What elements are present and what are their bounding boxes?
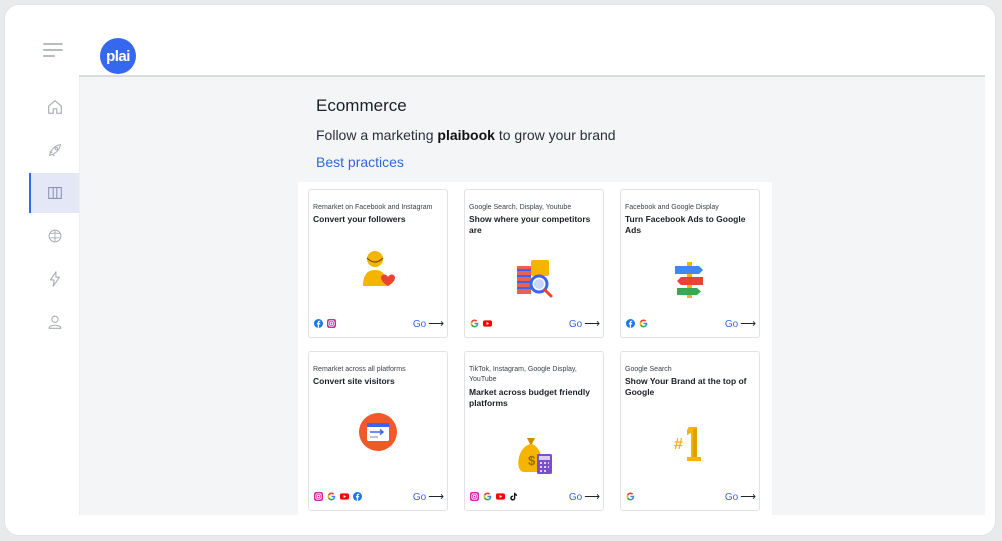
- brain-icon: [48, 229, 62, 243]
- card-go-button[interactable]: Go ⟶: [569, 317, 600, 330]
- sidebar-item-automation[interactable]: [31, 259, 79, 299]
- main-content: Ecommerce Follow a marketing plaibook to…: [80, 77, 985, 522]
- card-platforms: [314, 492, 362, 501]
- instagram-icon: [470, 492, 479, 501]
- go-label: Go: [412, 492, 427, 503]
- app-window: plai Ecommerce Follow a marketing plaibo…: [5, 5, 995, 535]
- card-category: Google Search: [625, 366, 672, 373]
- arrow-right-icon: ⟶: [428, 318, 444, 330]
- card-category: Remarket on Facebook and Instagram: [313, 204, 433, 211]
- card-platforms: [626, 319, 648, 328]
- plaibook-card-convert-visitors[interactable]: Remarket across all platforms Convert si…: [308, 351, 448, 511]
- card-platforms: [626, 492, 635, 501]
- arrow-right-icon: ⟶: [740, 491, 756, 503]
- plaibook-card-convert-followers[interactable]: Remarket on Facebook and Instagram Conve…: [308, 189, 448, 338]
- rocket-icon: [49, 144, 61, 157]
- card-platforms: [470, 492, 518, 501]
- signpost-illustration: [675, 262, 703, 298]
- card-title: Convert site visitors: [313, 376, 395, 386]
- bottom-margin: [31, 515, 985, 535]
- arrow-right-icon: ⟶: [584, 318, 600, 330]
- card-platforms: [314, 319, 336, 328]
- subtitle-brand: plaibook: [437, 127, 495, 143]
- home-icon: [48, 100, 62, 114]
- youtube-icon: [483, 320, 492, 327]
- go-label: Go: [724, 319, 739, 330]
- card-go-button[interactable]: Go ⟶: [725, 490, 756, 503]
- user-icon: [48, 315, 62, 329]
- arrow-right-icon: ⟶: [428, 491, 444, 503]
- card-title: Show where your competitors are: [469, 214, 591, 235]
- card-category: Facebook and Google Display: [625, 204, 719, 211]
- tiktok-icon: [510, 492, 518, 501]
- go-label: Go: [568, 492, 583, 503]
- card-title: Market across budget friendly platforms: [469, 387, 590, 408]
- page-title: Ecommerce: [316, 96, 407, 115]
- plai-logo[interactable]: plai: [100, 38, 136, 74]
- card-go-button[interactable]: Go ⟶: [413, 317, 444, 330]
- best-practices-link[interactable]: Best practices: [316, 154, 404, 170]
- card-go-button[interactable]: Go ⟶: [569, 490, 600, 503]
- sidebar-item-account[interactable]: [31, 302, 79, 342]
- browser-visitor-illustration: [359, 413, 397, 451]
- google-icon: [327, 492, 336, 501]
- google-icon: [470, 319, 479, 328]
- go-label: Go: [724, 492, 739, 503]
- page-subtitle: Follow a marketing plaibook to grow your…: [316, 127, 616, 143]
- sidebar: [5, 77, 79, 535]
- google-icon: [639, 319, 648, 328]
- facebook-icon: [353, 492, 362, 501]
- facebook-icon: [626, 319, 635, 328]
- card-title: Turn Facebook Ads to Google Ads: [625, 214, 746, 235]
- card-go-button[interactable]: Go ⟶: [725, 317, 756, 330]
- card-go-button[interactable]: Go ⟶: [413, 490, 444, 503]
- plaibook-card-brand-top-google[interactable]: Google Search Show Your Brand at the top…: [620, 351, 760, 511]
- top-bar: plai: [5, 5, 995, 76]
- competitor-search-illustration: [517, 260, 553, 298]
- subtitle-suffix: to grow your brand: [494, 127, 616, 143]
- arrow-right-icon: ⟶: [740, 318, 756, 330]
- arrow-right-icon: ⟶: [584, 491, 600, 503]
- plaibook-card-budget-platforms[interactable]: TikTok, Instagram, Google Display, YouTu…: [464, 351, 604, 511]
- money-bag-illustration: $: [518, 438, 552, 474]
- svg-text:#: #: [674, 436, 683, 453]
- sidebar-item-home[interactable]: [31, 87, 79, 127]
- book-icon: [48, 187, 62, 199]
- plaibook-card-competitors[interactable]: Google Search, Display, Youtube Show whe…: [464, 189, 604, 338]
- person-heart-illustration: [363, 251, 395, 286]
- svg-text:$: $: [528, 453, 536, 468]
- plaibook-card-facebook-to-google[interactable]: Facebook and Google Display Turn Faceboo…: [620, 189, 760, 338]
- youtube-icon: [496, 493, 505, 500]
- google-icon: [626, 492, 635, 501]
- card-category: Remarket across all platforms: [313, 366, 406, 373]
- sidebar-item-brain[interactable]: [31, 216, 79, 256]
- sidebar-item-plaibooks[interactable]: [29, 173, 79, 213]
- instagram-icon: [327, 319, 336, 328]
- plaibook-card-grid: Remarket on Facebook and Instagram Conve…: [298, 182, 772, 522]
- sidebar-item-rocket[interactable]: [31, 130, 79, 170]
- go-label: Go: [568, 319, 583, 330]
- subtitle-prefix: Follow a marketing: [316, 127, 438, 143]
- google-icon: [483, 492, 492, 501]
- card-platforms: [470, 319, 492, 328]
- go-label: Go: [412, 319, 427, 330]
- card-category: Google Search, Display, Youtube: [469, 204, 572, 211]
- rank-number-one-illustration: #: [674, 427, 701, 461]
- youtube-icon: [340, 493, 349, 500]
- instagram-icon: [314, 492, 323, 501]
- card-title: Show Your Brand at the top of Google: [625, 376, 747, 397]
- card-category: TikTok, Instagram, Google Display, YouTu…: [469, 366, 577, 383]
- lightning-icon: [49, 271, 61, 287]
- menu-icon[interactable]: [43, 43, 63, 59]
- facebook-icon: [314, 319, 323, 328]
- card-title: Convert your followers: [313, 214, 406, 224]
